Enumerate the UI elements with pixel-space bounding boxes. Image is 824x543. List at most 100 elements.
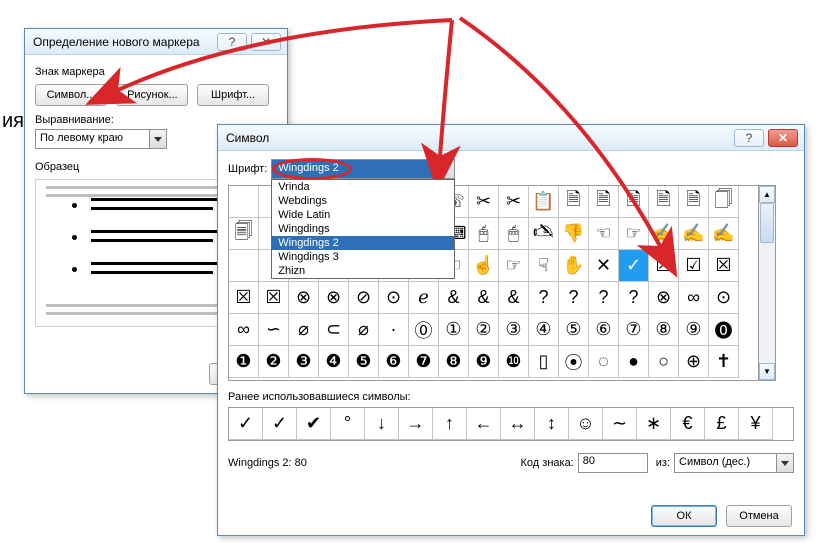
symbol-cell[interactable] xyxy=(229,250,259,282)
recent-symbol-cell[interactable]: ✔ xyxy=(297,408,331,440)
scrollbar[interactable]: ▲ ▼ xyxy=(758,186,775,380)
symbol-cell[interactable]: ⑧ xyxy=(649,314,679,346)
recent-symbol-cell[interactable]: £ xyxy=(705,408,739,440)
symbol-cell[interactable]: ❽ xyxy=(439,346,469,378)
code-input[interactable]: 80 xyxy=(578,453,648,473)
symbol-cell[interactable]: 🗎 xyxy=(649,186,679,218)
scroll-up-button[interactable]: ▲ xyxy=(759,186,775,203)
symbol-cell[interactable]: ○ xyxy=(649,346,679,378)
symbol-button[interactable]: Символ... xyxy=(35,84,107,106)
symbol-cell[interactable]: ❿ xyxy=(499,346,529,378)
symbol-cell[interactable]: ◌ xyxy=(589,346,619,378)
symbol-cell[interactable]: ☜ xyxy=(589,218,619,250)
symbol-cell[interactable]: ⊙ xyxy=(379,282,409,314)
symbol-cell[interactable]: ❼ xyxy=(409,346,439,378)
recent-symbol-cell[interactable]: ↕ xyxy=(535,408,569,440)
close-button[interactable]: ✕ xyxy=(251,33,281,51)
symbol-cell[interactable]: ✝ xyxy=(709,346,739,378)
symbol-cell[interactable]: ☞ xyxy=(499,250,529,282)
symbol-cell[interactable]: ☑ xyxy=(679,250,709,282)
symbol-cell[interactable]: ❾ xyxy=(469,346,499,378)
recent-symbol-cell[interactable]: ° xyxy=(331,408,365,440)
help-button[interactable]: ? xyxy=(734,129,764,147)
symbol-cell[interactable]: 🖰 xyxy=(469,218,499,250)
symbol-cell[interactable]: ④ xyxy=(529,314,559,346)
symbol-cell[interactable]: ∽ xyxy=(259,314,289,346)
symbol-cell[interactable]: & xyxy=(469,282,499,314)
symbol-cell[interactable]: ● xyxy=(619,346,649,378)
symbol-cell[interactable]: 🗎 xyxy=(559,186,589,218)
recent-symbol-cell[interactable]: ∼ xyxy=(603,408,637,440)
help-button[interactable]: ? xyxy=(217,33,247,51)
symbol-cell[interactable]: ☝ xyxy=(469,250,499,282)
recent-symbol-cell[interactable]: ← xyxy=(467,408,501,440)
symbol-cell[interactable]: ☒ xyxy=(259,282,289,314)
symbol-cell[interactable]: ? xyxy=(619,282,649,314)
symbol-cell[interactable]: ✓ xyxy=(619,250,649,282)
symbol-cell[interactable]: ① xyxy=(439,314,469,346)
symbol-cell[interactable]: ✕ xyxy=(589,250,619,282)
recent-symbol-cell[interactable]: ↔ xyxy=(501,408,535,440)
symbol-cell[interactable]: 🗎 xyxy=(679,186,709,218)
symbol-cell[interactable]: ⊗ xyxy=(319,282,349,314)
picture-button[interactable]: Рисунок... xyxy=(116,84,188,106)
symbol-cell[interactable]: & xyxy=(439,282,469,314)
symbol-cell[interactable]: ⊕ xyxy=(679,346,709,378)
symbol-cell[interactable]: ⑨ xyxy=(679,314,709,346)
scroll-thumb[interactable] xyxy=(760,203,774,243)
font-option[interactable]: Wingdings xyxy=(272,222,454,236)
symbol-cell[interactable]: ⓪ xyxy=(409,314,439,346)
symbol-cell[interactable]: ☒ xyxy=(649,250,679,282)
symbol-cell[interactable]: ⊂ xyxy=(319,314,349,346)
symbol-cell[interactable]: & xyxy=(499,282,529,314)
symbol-cell[interactable]: ❶ xyxy=(229,346,259,378)
recent-symbol-cell[interactable]: → xyxy=(399,408,433,440)
symbol-cell[interactable]: ❷ xyxy=(259,346,289,378)
symbol-cell[interactable]: ⊙ xyxy=(709,282,739,314)
cancel-button[interactable]: Отмена xyxy=(726,505,792,527)
symbol-cell[interactable]: · xyxy=(379,314,409,346)
symbol-cell[interactable]: ☒ xyxy=(709,250,739,282)
font-button[interactable]: Шрифт... xyxy=(197,84,269,106)
symbol-cell[interactable]: ✂ xyxy=(499,186,529,218)
symbol-cell[interactable]: ℯ xyxy=(409,282,439,314)
symbol-cell[interactable]: ✍ xyxy=(709,218,739,250)
symbol-cell[interactable]: 🖱 xyxy=(499,218,529,250)
symbol-cell[interactable]: ⑥ xyxy=(589,314,619,346)
recent-symbol-cell[interactable]: ∗ xyxy=(637,408,671,440)
symbol-cell[interactable]: 🗎 xyxy=(589,186,619,218)
symbol-cell[interactable]: ▯ xyxy=(529,346,559,378)
symbol-cell[interactable]: 👎 xyxy=(559,218,589,250)
symbol-cell[interactable]: ? xyxy=(589,282,619,314)
font-option[interactable]: Zhizn xyxy=(272,264,454,278)
font-option[interactable]: Wingdings 2 xyxy=(272,236,454,250)
symbol-cell[interactable] xyxy=(229,186,259,218)
symbol-cell[interactable]: ? xyxy=(529,282,559,314)
font-option[interactable]: Wide Latin xyxy=(272,208,454,222)
symbol-cell[interactable]: ✍ xyxy=(649,218,679,250)
symbol-cell[interactable]: ⌀ xyxy=(289,314,319,346)
recent-symbol-cell[interactable]: ↑ xyxy=(433,408,467,440)
symbol-cell[interactable]: ✋ xyxy=(559,250,589,282)
symbol-cell[interactable]: 🗎 xyxy=(619,186,649,218)
font-option[interactable]: Vrinda xyxy=(272,180,454,194)
recent-symbol-cell[interactable]: ☺ xyxy=(569,408,603,440)
ok-button[interactable]: ОК xyxy=(651,505,717,527)
symbol-cell[interactable]: ∞ xyxy=(229,314,259,346)
symbol-cell[interactable]: ☒ xyxy=(229,282,259,314)
from-dropdown[interactable]: Символ (дес.) xyxy=(674,453,794,473)
recent-symbol-cell[interactable]: ¥ xyxy=(739,408,773,440)
symbol-cell[interactable]: ⊗ xyxy=(649,282,679,314)
close-button[interactable]: ✕ xyxy=(768,129,798,147)
alignment-dropdown[interactable]: По левому краю xyxy=(35,129,167,149)
font-option[interactable]: Wingdings 3 xyxy=(272,250,454,264)
symbol-cell[interactable]: ☟ xyxy=(529,250,559,282)
symbol-cell[interactable]: ⑦ xyxy=(619,314,649,346)
symbol-cell[interactable]: 📋 xyxy=(529,186,559,218)
symbol-cell[interactable]: ⑤ xyxy=(559,314,589,346)
symbol-cell[interactable]: ✍ xyxy=(679,218,709,250)
symbol-cell[interactable]: ⌀ xyxy=(349,314,379,346)
font-option[interactable]: Webdings xyxy=(272,194,454,208)
symbol-cell[interactable]: ☞ xyxy=(619,218,649,250)
symbol-cell[interactable]: ⊗ xyxy=(289,282,319,314)
